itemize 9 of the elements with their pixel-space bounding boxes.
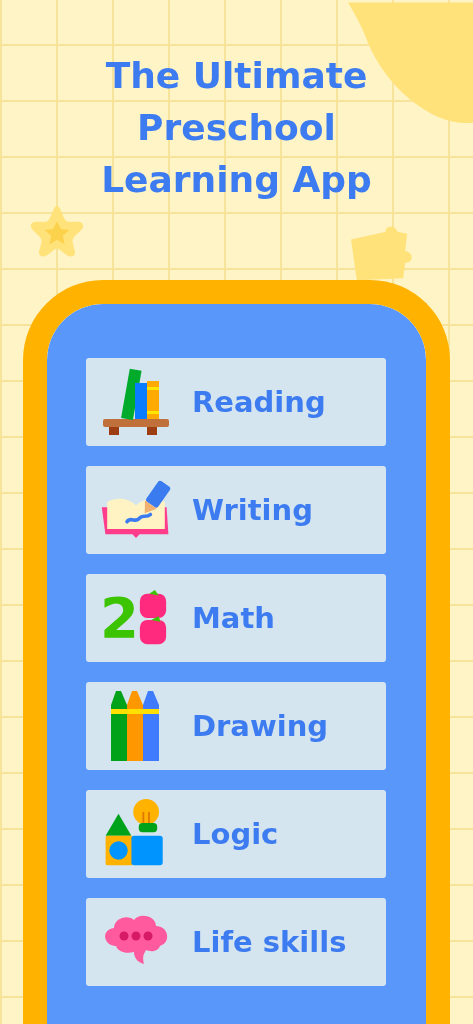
- subject-button[interactable]: Life skills: [86, 898, 386, 986]
- number-text: 2: [100, 588, 138, 648]
- subject-button[interactable]: Logic: [86, 790, 386, 878]
- headline: The Ultimate Preschool Learning App: [100, 54, 373, 202]
- subject-button[interactable]: 2 Math: [86, 574, 386, 662]
- subject-button[interactable]: Drawing: [86, 682, 386, 770]
- subject-button[interactable]: Reading: [86, 358, 386, 446]
- subject-button[interactable]: Writing: [86, 466, 386, 554]
- bookshelf-icon: [100, 367, 172, 437]
